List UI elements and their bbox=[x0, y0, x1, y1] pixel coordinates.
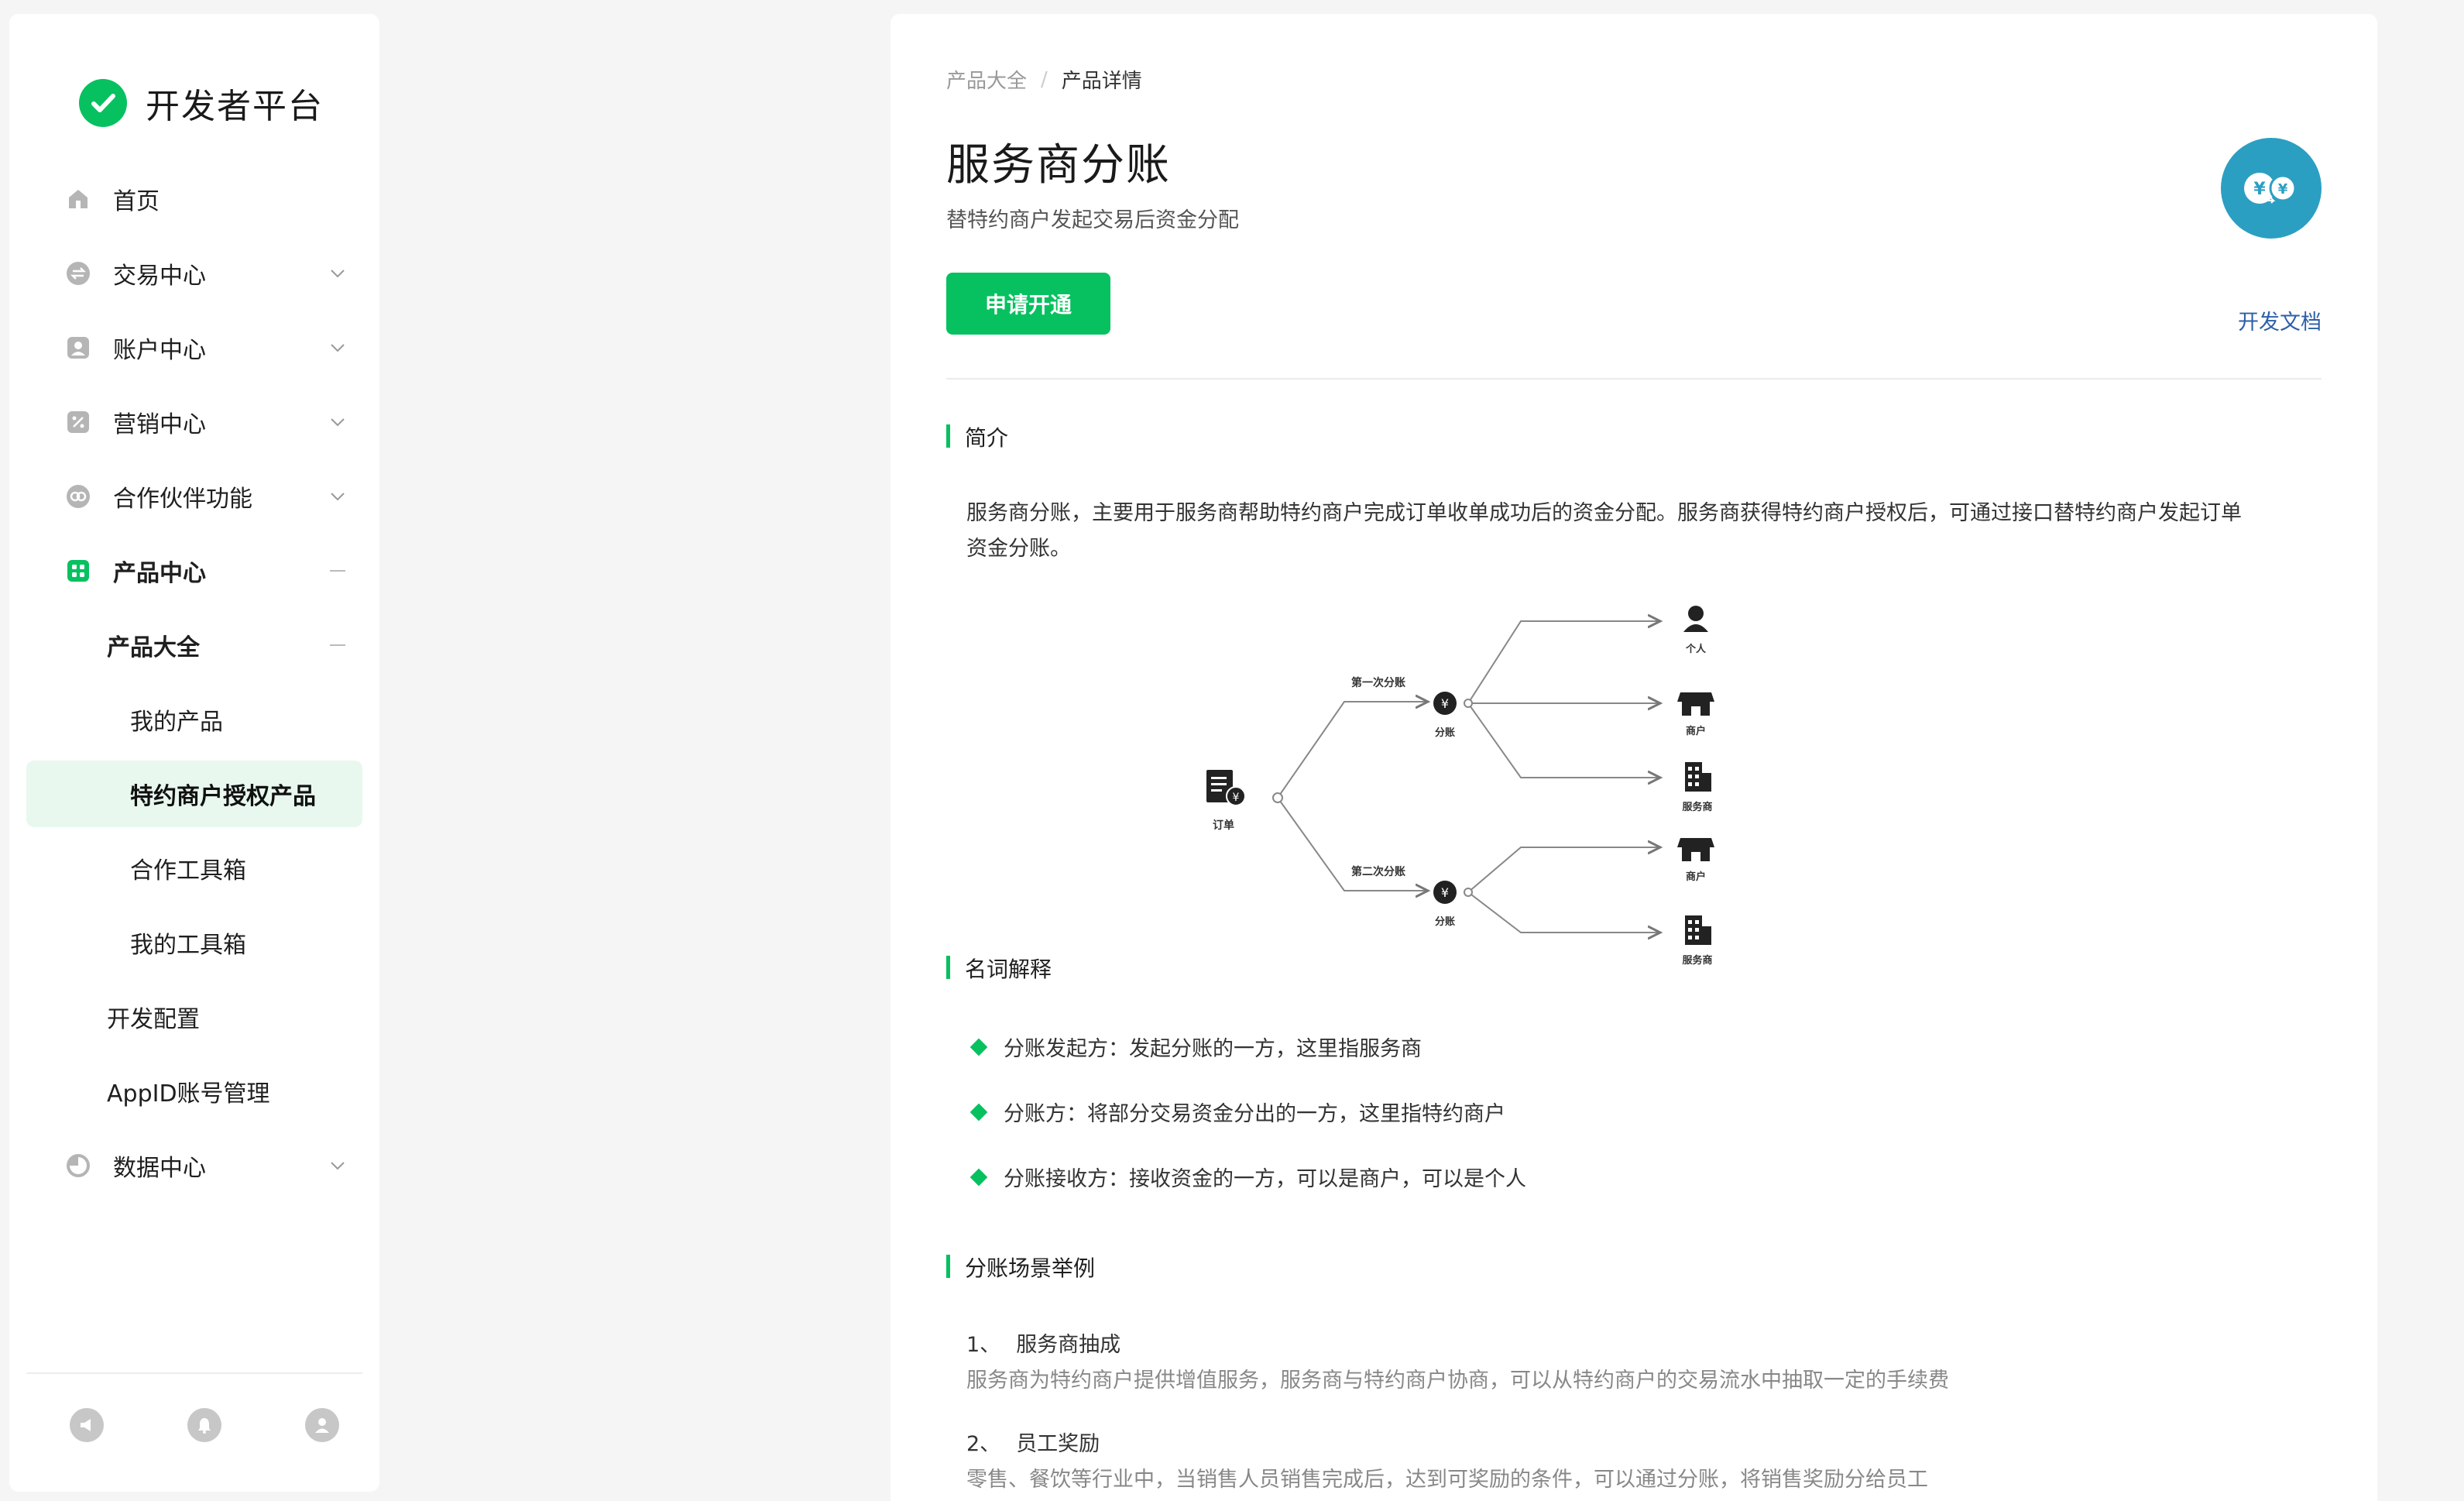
scenarios-section-title: 分账场景举例 bbox=[946, 1252, 1095, 1283]
sidebar-item-dev-config[interactable]: 开发配置 bbox=[26, 984, 362, 1050]
chevron-down-icon bbox=[325, 484, 350, 509]
diagram-merchant-label-2: 商户 bbox=[1686, 871, 1706, 883]
sidebar-item-my-toolbox[interactable]: 我的工具箱 bbox=[26, 909, 362, 976]
brand-name: 开发者平台 bbox=[146, 87, 324, 126]
bullet-diamond-icon bbox=[969, 1168, 988, 1186]
term-item: 分账接收方 ：接收资金的一方，可以是商户，可以是个人 bbox=[966, 1162, 1526, 1192]
sidebar-item-data-center[interactable]: 数据中心 bbox=[26, 1132, 362, 1199]
building-icon bbox=[1685, 762, 1711, 792]
svg-text:¥: ¥ bbox=[1441, 885, 1449, 900]
apply-button[interactable]: 申请开通 bbox=[946, 273, 1110, 335]
exchange-icon bbox=[65, 260, 91, 287]
data-icon bbox=[65, 1152, 91, 1179]
diagram-person-label: 个人 bbox=[1685, 643, 1707, 655]
bullet-diamond-icon bbox=[969, 1103, 988, 1121]
scenario-title: 1、 服务商抽成 bbox=[966, 1333, 1121, 1357]
diagram-order-label: 订单 bbox=[1213, 819, 1234, 832]
scenario-desc: 零售、餐饮等行业中，当销售人员销售完成后，达到可奖励的条件，可以通过分账，将销售… bbox=[966, 1468, 1928, 1492]
wechat-pay-logo-icon bbox=[79, 79, 127, 127]
page-title: 服务商分账 bbox=[946, 140, 1171, 191]
svg-text:¥: ¥ bbox=[1233, 792, 1240, 804]
sidebar-item-account[interactable]: 账户中心 bbox=[26, 314, 362, 381]
terms-section-title: 名词解释 bbox=[946, 953, 1052, 984]
breadcrumb-current: 产品详情 bbox=[1061, 70, 1142, 93]
marketing-icon bbox=[65, 409, 91, 435]
diagram-provider-label-1: 服务商 bbox=[1682, 801, 1712, 813]
chevron-down-icon bbox=[325, 261, 350, 286]
building-icon bbox=[1685, 915, 1711, 945]
sidebar-item-home[interactable]: 首页 bbox=[26, 166, 362, 232]
bullet-diamond-icon bbox=[969, 1038, 988, 1056]
sidebar-nav: 首页 交易中心 账户中心 营销中心 合作伙伴功能 产品中心 产品大全 我的产品 … bbox=[26, 166, 362, 1207]
diagram-split-label-2: 分账 bbox=[1435, 915, 1455, 928]
scenario-title: 2、 员工奖励 bbox=[966, 1432, 1100, 1456]
diagram-merchant-label-1: 商户 bbox=[1686, 725, 1706, 737]
split-flow-diagram: ¥ 订单 第一次分账 第二次分账 ¥ 分账 ¥ 分账 个人 商户 服务商 商户 … bbox=[1206, 606, 1714, 967]
sidebar-footer bbox=[26, 1372, 362, 1473]
intro-text-line2: 资金分账。 bbox=[966, 537, 1071, 561]
notification-icon[interactable] bbox=[187, 1408, 221, 1442]
diagram-second-split-label: 第二次分账 bbox=[1351, 865, 1405, 878]
order-node-icon: ¥ bbox=[1206, 770, 1246, 806]
split-node-icon: ¥ bbox=[1433, 881, 1457, 904]
sidebar-item-authorized-products[interactable]: 特约商户授权产品 bbox=[26, 761, 362, 827]
account-icon bbox=[65, 335, 91, 361]
chevron-down-icon bbox=[325, 410, 350, 434]
chevron-down-icon bbox=[325, 1153, 350, 1178]
breadcrumb-parent[interactable]: 产品大全 bbox=[946, 65, 1027, 94]
breadcrumb: 产品大全 / 产品详情 bbox=[946, 65, 1142, 94]
collapse-icon bbox=[325, 633, 350, 658]
sidebar-item-appid-management[interactable]: AppID账号管理 bbox=[26, 1058, 362, 1125]
sidebar-item-product-catalog[interactable]: 产品大全 bbox=[26, 612, 362, 678]
sidebar-item-my-products[interactable]: 我的产品 bbox=[26, 686, 362, 753]
currency-exchange-icon: ¥ ¥ bbox=[2221, 138, 2322, 239]
split-node-icon: ¥ bbox=[1433, 692, 1457, 715]
scenario-desc: 服务商为特约商户提供增值服务，服务商与特约商户协商，可以从特约商户的交易流水中抽… bbox=[966, 1369, 1949, 1393]
diagram-first-split-label: 第一次分账 bbox=[1351, 676, 1405, 689]
brand[interactable]: 开发者平台 bbox=[79, 68, 324, 138]
sidebar-item-partner[interactable]: 合作伙伴功能 bbox=[26, 463, 362, 530]
term-item: 分账发起方 ：发起分账的一方，这里指服务商 bbox=[966, 1032, 1422, 1062]
sidebar-item-marketing[interactable]: 营销中心 bbox=[26, 389, 362, 455]
svg-text:¥: ¥ bbox=[2253, 180, 2266, 199]
product-icon bbox=[65, 558, 91, 584]
sidebar-item-partner-toolbox[interactable]: 合作工具箱 bbox=[26, 835, 362, 902]
person-icon bbox=[1683, 606, 1708, 632]
term-item: 分账方 ：将部分交易资金分出的一方，这里指特约商户 bbox=[966, 1097, 1505, 1127]
breadcrumb-separator: / bbox=[1041, 67, 1048, 91]
dev-doc-link[interactable]: 开发文档 bbox=[2238, 305, 2322, 335]
announcement-icon[interactable] bbox=[70, 1408, 104, 1442]
store-icon bbox=[1677, 692, 1714, 716]
svg-text:¥: ¥ bbox=[2278, 181, 2288, 198]
sidebar-item-trade[interactable]: 交易中心 bbox=[26, 240, 362, 307]
store-icon bbox=[1677, 838, 1714, 861]
chevron-down-icon bbox=[325, 335, 350, 360]
home-icon bbox=[65, 186, 91, 212]
svg-text:¥: ¥ bbox=[1441, 696, 1449, 711]
user-icon[interactable] bbox=[305, 1408, 339, 1442]
page-subtitle: 替特约商户发起交易后资金分配 bbox=[946, 208, 1239, 232]
partner-icon bbox=[65, 483, 91, 510]
diagram-split-label-1: 分账 bbox=[1435, 726, 1455, 739]
sidebar: 开发者平台 首页 交易中心 账户中心 营销中心 合作伙伴功能 产品中心 产品大全… bbox=[9, 14, 379, 1492]
sidebar-item-product-center[interactable]: 产品中心 bbox=[26, 538, 362, 604]
intro-text-line1: 服务商分账，主要用于服务商帮助特约商户完成订单收单成功后的资金分配。服务商获得特… bbox=[966, 501, 2242, 525]
diagram-provider-label-2: 服务商 bbox=[1682, 954, 1712, 967]
divider bbox=[946, 378, 2322, 380]
collapse-icon bbox=[325, 558, 350, 583]
product-detail-card: 产品大全 / 产品详情 服务商分账 替特约商户发起交易后资金分配 ¥ ¥ 申请开… bbox=[891, 14, 2377, 1501]
intro-section-title: 简介 bbox=[946, 421, 1008, 452]
